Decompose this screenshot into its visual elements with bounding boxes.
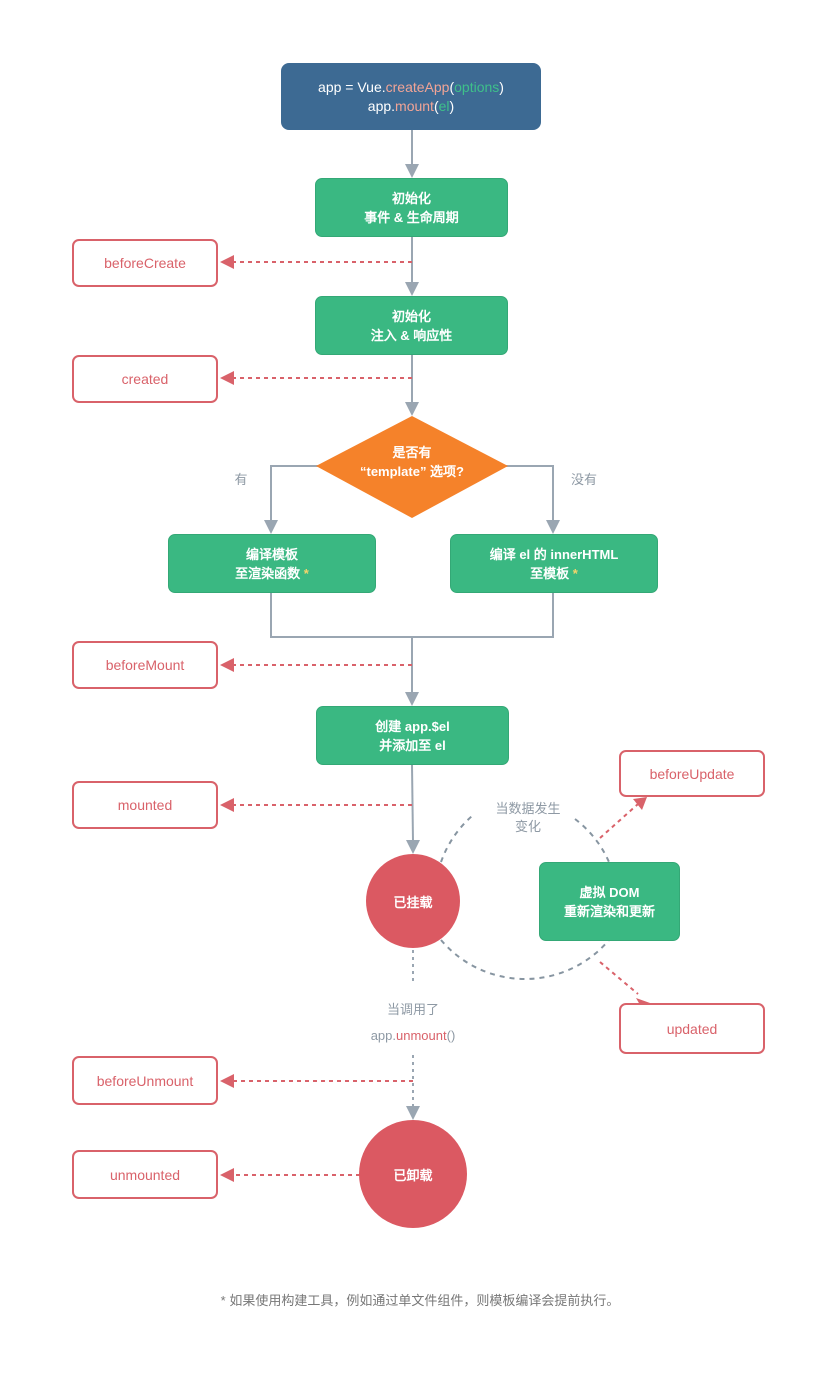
create-el-box: 创建 app.$el 并添加至 el bbox=[316, 706, 509, 765]
init-inject-box: 初始化 注入 & 响应性 bbox=[315, 296, 508, 355]
hook-link-updated bbox=[599, 961, 639, 995]
update-loop-arc-top-left bbox=[440, 815, 473, 863]
arrowhead bbox=[405, 164, 419, 178]
footnote-star: * bbox=[572, 565, 578, 581]
decision-yes-label: 有 bbox=[234, 472, 248, 487]
connector-decision-yes bbox=[270, 465, 318, 522]
footnote-star: * bbox=[303, 565, 309, 581]
connector-decision-no bbox=[506, 465, 554, 522]
state-unmounted: 已卸载 bbox=[359, 1120, 467, 1228]
arrowhead-hook bbox=[220, 255, 234, 269]
hook-created: created bbox=[72, 355, 218, 403]
arrowhead-hook bbox=[220, 658, 234, 672]
data-change-label: 当数据发生 变化 bbox=[495, 801, 561, 834]
update-loop-arc-top-right bbox=[574, 818, 610, 863]
connector-create-mounted bbox=[411, 764, 414, 843]
update-loop-arc-bottom bbox=[440, 939, 610, 980]
hook-beforeUnmount: beforeUnmount bbox=[72, 1056, 218, 1105]
hook-updated: updated bbox=[619, 1003, 765, 1054]
arrowhead bbox=[405, 282, 419, 296]
arrowhead bbox=[406, 1106, 420, 1120]
decision-text: 是否有 “template” 选项? bbox=[359, 445, 464, 479]
create-app-line: app = Vue.createApp(options) bbox=[318, 78, 504, 95]
compile-template-box: 编译模板 至渲染函数 * bbox=[168, 534, 376, 593]
connector-merge bbox=[270, 592, 554, 638]
arrowhead bbox=[264, 520, 278, 534]
hook-mounted: mounted bbox=[72, 781, 218, 829]
hook-beforeMount: beforeMount bbox=[72, 641, 218, 689]
arrowhead-hook bbox=[220, 1074, 234, 1088]
hook-link-beforeUpdate bbox=[599, 803, 639, 839]
compile-el-box: 编译 el 的 innerHTML 至模板 * bbox=[450, 534, 658, 593]
create-app-box: app = Vue.createApp(options) app.mount(e… bbox=[281, 63, 541, 130]
arrowhead-hook bbox=[220, 371, 234, 385]
hook-beforeCreate: beforeCreate bbox=[72, 239, 218, 287]
arrowhead bbox=[546, 520, 560, 534]
arrowhead-hook bbox=[220, 798, 234, 812]
unmount-call-label: 当调用了 app.unmount() bbox=[370, 1002, 456, 1043]
arrowhead-hook bbox=[633, 797, 647, 810]
hook-unmounted: unmounted bbox=[72, 1150, 218, 1199]
arrowhead bbox=[406, 840, 420, 854]
arrowhead bbox=[405, 692, 419, 706]
vdom-rerender-box: 虚拟 DOM 重新渲染和更新 bbox=[539, 862, 680, 941]
decision-no-label: 没有 bbox=[570, 472, 597, 487]
footnote: * 如果使用构建工具，例如通过单文件组件，则模板编译会提前执行。 bbox=[220, 1293, 620, 1308]
state-mounted: 已挂载 bbox=[366, 854, 460, 948]
arrowhead bbox=[405, 402, 419, 416]
mount-line: app.mount(el) bbox=[367, 97, 455, 114]
arrowhead-hook bbox=[220, 1168, 234, 1182]
hook-beforeUpdate: beforeUpdate bbox=[619, 750, 765, 797]
init-events-box: 初始化 事件 & 生命周期 bbox=[315, 178, 508, 237]
